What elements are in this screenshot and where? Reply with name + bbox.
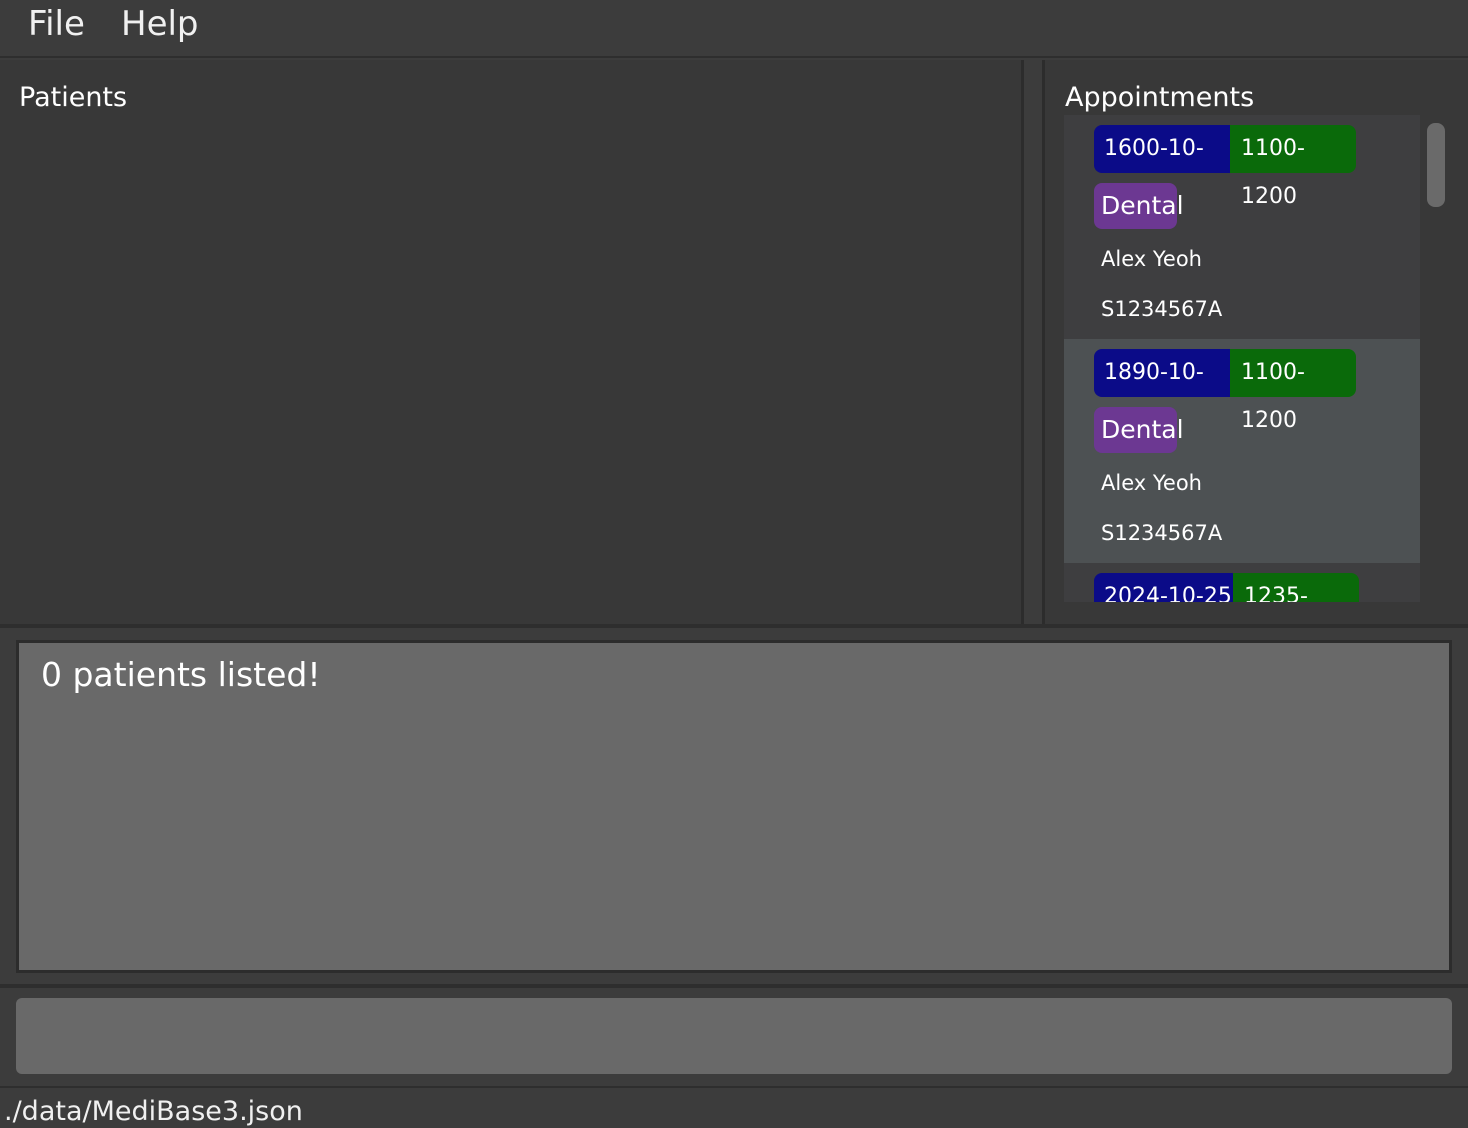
appointment-card[interactable]: 1600-10-27 1100-1200 Dental Alex Yeoh S1…: [1064, 115, 1420, 339]
appointment-time-tag: 1100-1200: [1230, 349, 1356, 433]
appointment-patient-name: Alex Yeoh: [1101, 471, 1202, 495]
patients-title: Patients: [19, 82, 128, 113]
appointment-date-tag: 2024-10-25: [1094, 573, 1233, 602]
appointment-card[interactable]: 1890-10-27 1100-1200 Dental Alex Yeoh S1…: [1064, 339, 1420, 563]
appointment-type-tag: Dental: [1094, 183, 1184, 229]
result-message: 0 patients listed!: [41, 655, 321, 694]
appointment-card[interactable]: 2024-10-25 1235-1300: [1064, 563, 1420, 602]
appointment-time-tag: 1100-1200: [1230, 125, 1356, 209]
menu-bar: File Help: [0, 0, 1468, 58]
data-file-path: ./data/MediBase3.json: [4, 1096, 303, 1127]
divider: [0, 984, 1468, 988]
status-bar: ./data/MediBase3.json: [0, 1086, 1468, 1128]
appointment-patient-name: Alex Yeoh: [1101, 247, 1202, 271]
appointments-title: Appointments: [1065, 82, 1255, 113]
appointment-type-tag: Dental: [1094, 407, 1184, 453]
appointment-time-tag: 1235-1300: [1233, 573, 1359, 602]
appointment-patient-nric: S1234567A: [1101, 521, 1223, 545]
menu-file[interactable]: File: [28, 2, 85, 46]
appointment-date-tag: 1890-10-27: [1094, 349, 1230, 433]
appointment-list[interactable]: 1600-10-27 1100-1200 Dental Alex Yeoh S1…: [1064, 115, 1448, 602]
result-display: 0 patients listed!: [16, 640, 1452, 973]
appointment-patient-nric: S1234567A: [1101, 297, 1223, 321]
patients-panel: [0, 60, 1024, 624]
menu-help[interactable]: Help: [121, 2, 199, 46]
appointment-date-tag: 1600-10-27: [1094, 125, 1230, 209]
command-input[interactable]: [16, 998, 1452, 1074]
divider: [0, 624, 1468, 628]
appointments-scrollbar-thumb[interactable]: [1427, 123, 1445, 207]
